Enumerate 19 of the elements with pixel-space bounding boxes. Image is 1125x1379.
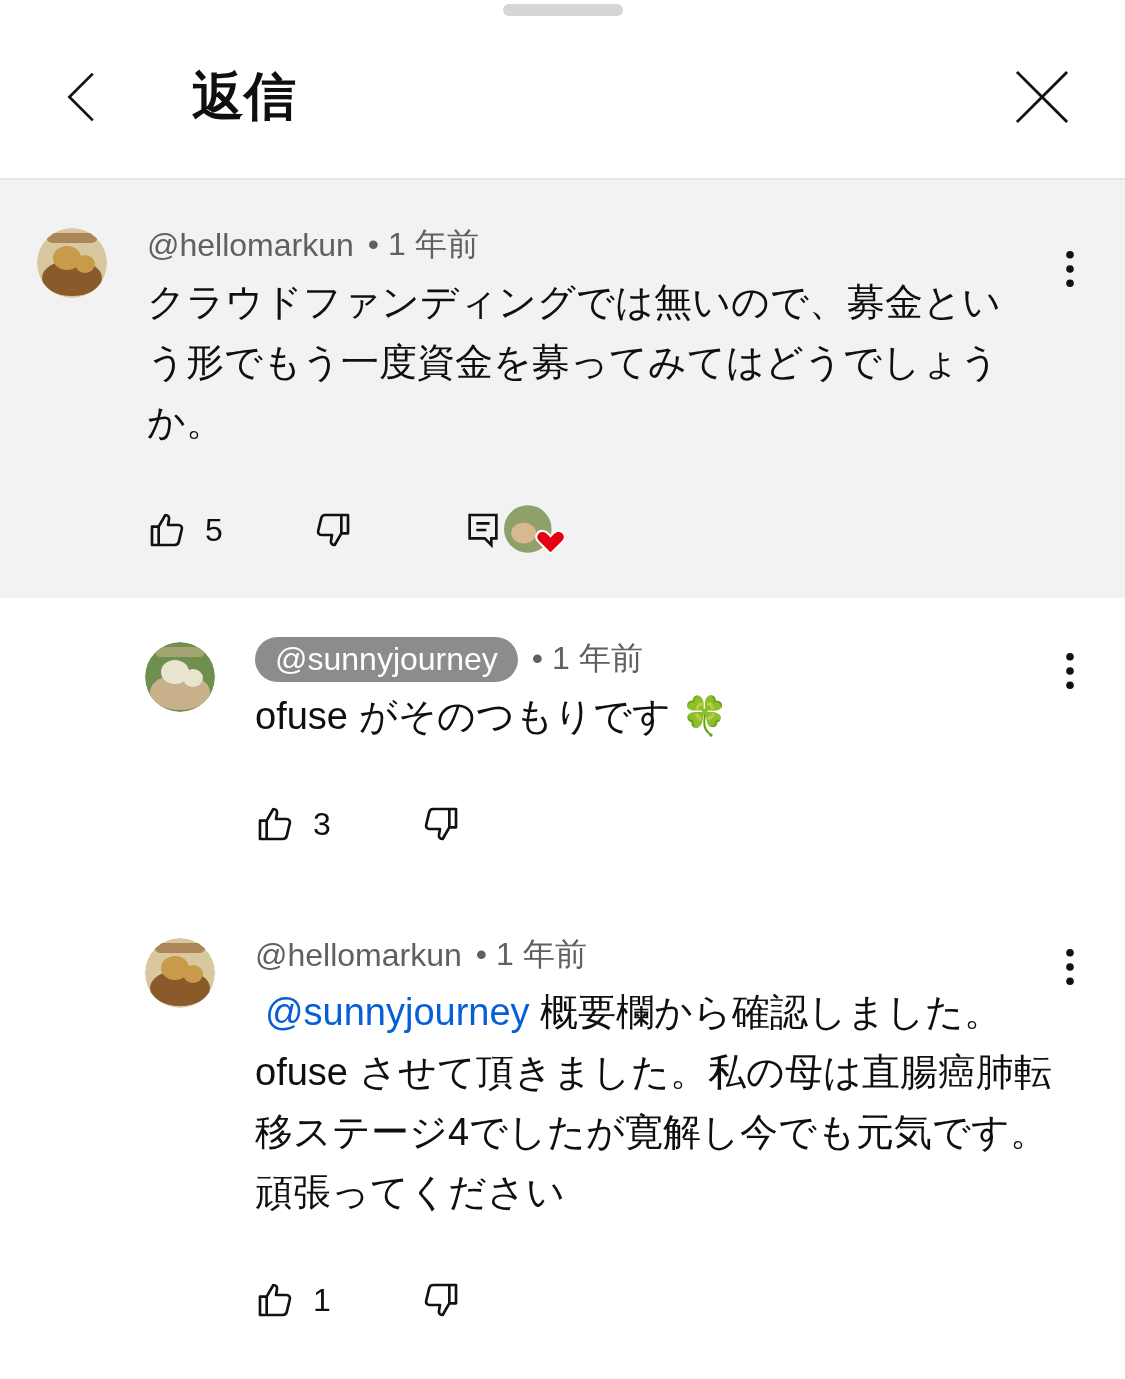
sheet-handle[interactable]	[502, 4, 623, 16]
like-count: 3	[313, 805, 331, 843]
comment-time: • 1 年前	[475, 935, 587, 974]
like-count: 5	[205, 511, 223, 549]
author-name[interactable]: @hellomarkun	[147, 226, 354, 264]
comment-text: @sunnyjourney 概要欄から確認しました。ofuse させて頂きました。私の母は直腸癌肺転移ステージ4でしたが寛解し今でも元気です。頑張ってください	[255, 990, 1053, 1215]
more-icon[interactable]	[1065, 250, 1075, 288]
comment-text: ofuse がそのつもりです 🍀	[255, 694, 730, 739]
sheet-title: 返信	[192, 66, 296, 127]
comment-time: • 1 年前	[367, 225, 479, 264]
mention-link[interactable]: @sunnyjourney	[265, 991, 530, 1033]
more-icon[interactable]	[1065, 652, 1075, 690]
author-badge[interactable]: @sunnyjourney	[255, 636, 518, 682]
close-icon[interactable]	[1015, 70, 1069, 124]
like-count: 1	[313, 1281, 331, 1319]
comment-time: • 1 年前	[531, 639, 643, 678]
author-name[interactable]: @hellomarkun	[255, 936, 462, 974]
comment-text: クラウドファンディングでは無いので、募金という形でもう一度資金を募ってみてはどうでしょうか。	[147, 280, 1002, 445]
more-icon[interactable]	[1065, 948, 1075, 986]
